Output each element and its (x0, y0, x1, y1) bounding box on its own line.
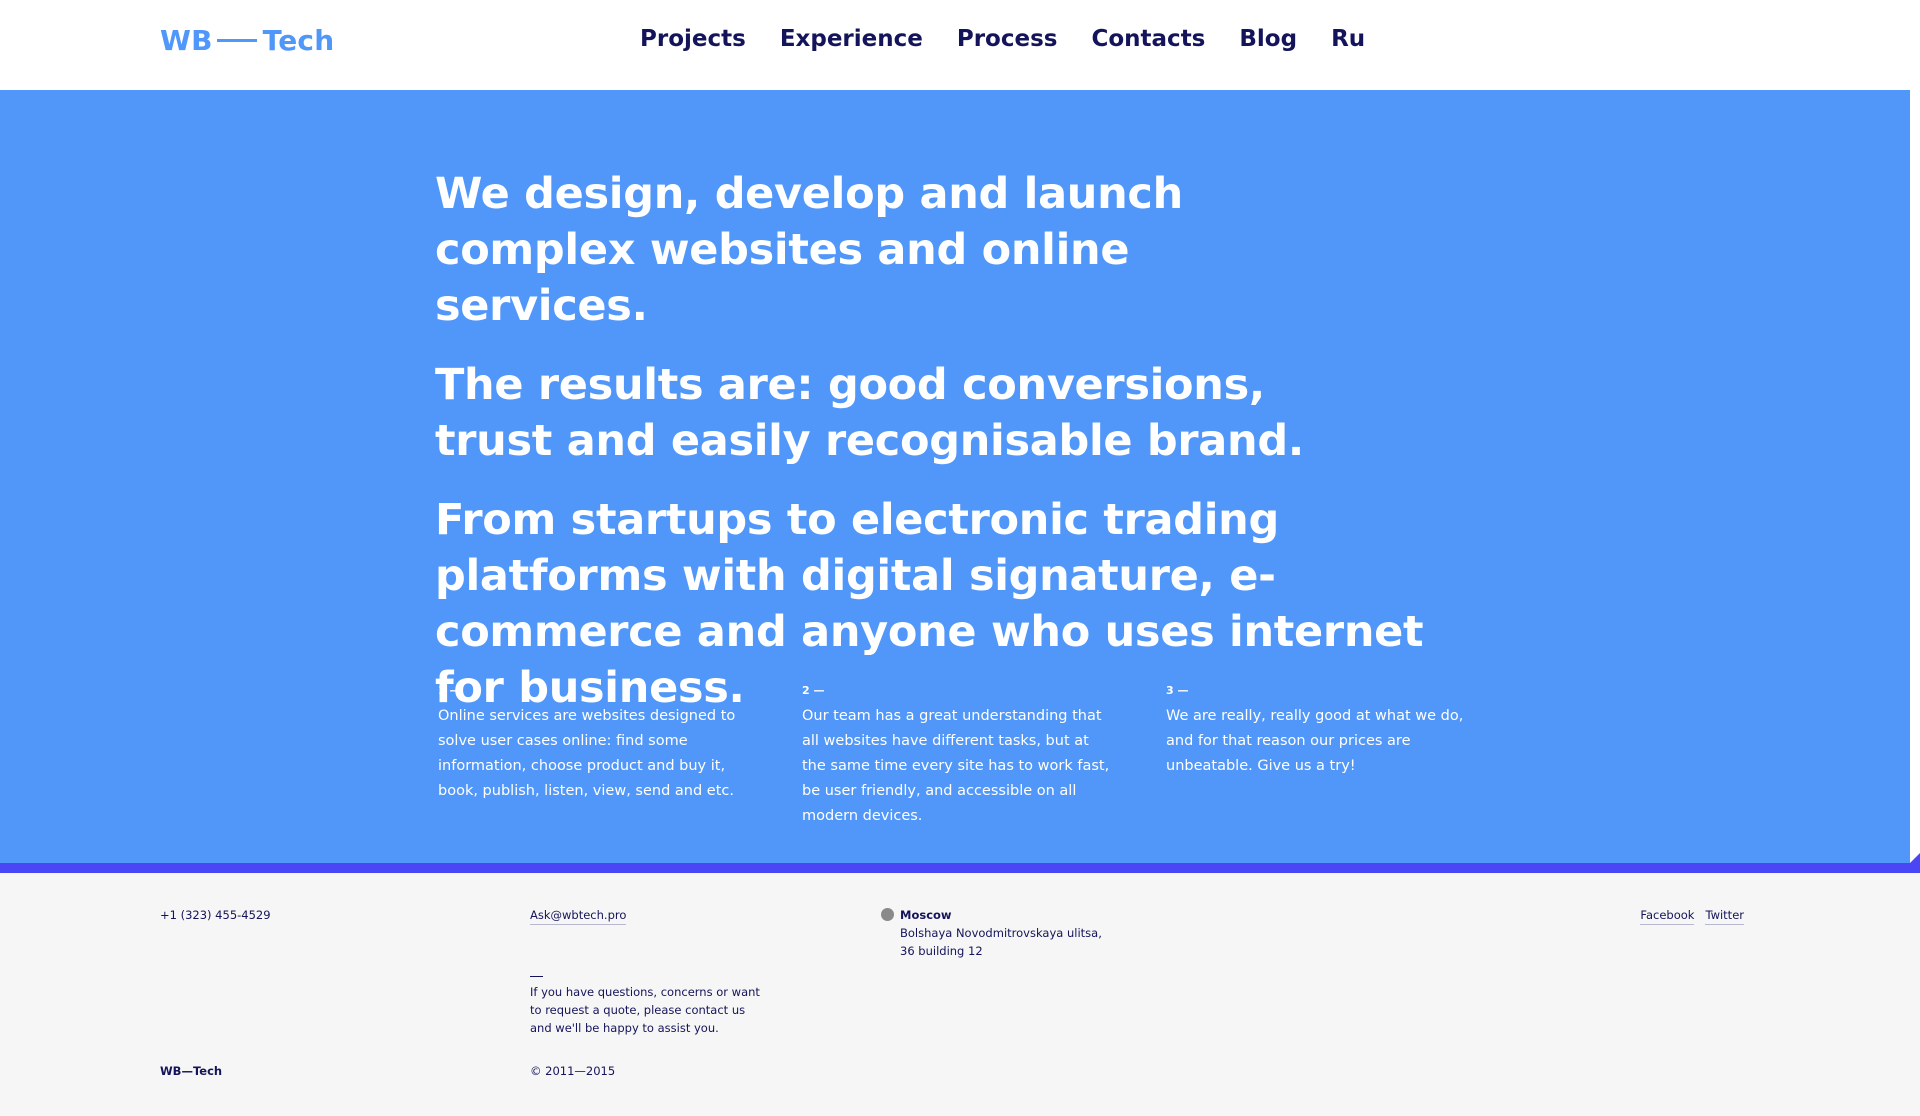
twitter-link[interactable]: Twitter (1705, 906, 1744, 925)
logo-right: Tech (262, 24, 335, 57)
footer-brand: WB—Tech (160, 1064, 223, 1078)
hero-paragraph-3: From startups to electronic trading plat… (435, 495, 1424, 713)
copyright: © 2011—2015 (530, 1064, 616, 1078)
location-dot-icon (881, 908, 894, 921)
email-link[interactable]: Ask@wbtech.pro (530, 906, 627, 925)
main-nav: Projects Experience Process Contacts Blo… (640, 26, 1365, 52)
feature-list: 1 — Online services are websites designe… (438, 684, 1476, 829)
nav-process[interactable]: Process (957, 26, 1058, 52)
hero-section: We design, develop and launch complex we… (0, 90, 1910, 863)
feature-item-3: 3 — We are really, really good at what w… (1166, 684, 1476, 829)
nav-blog[interactable]: Blog (1239, 26, 1297, 52)
note-rule (530, 976, 543, 977)
office-address: Bolshaya Novodmitrovskaya ulitsa, 36 bui… (900, 926, 1102, 958)
social-links: Facebook Twitter (1640, 906, 1744, 925)
contact-note: If you have questions, concerns or want … (530, 985, 760, 1035)
feature-number: 1 — (438, 684, 461, 697)
facebook-link[interactable]: Facebook (1640, 906, 1695, 925)
phone-number[interactable]: +1 (323) 455-4529 (160, 906, 271, 924)
feature-text: Online services are websites designed to… (438, 708, 736, 799)
accent-divider (0, 853, 1920, 873)
feature-number: 3 — (1166, 684, 1189, 697)
logo-left: WB (160, 24, 213, 57)
nav-projects[interactable]: Projects (640, 26, 746, 52)
site-header: WB Tech Projects Experience Process Conta… (0, 0, 1920, 90)
hero-paragraph-2: The results are: good conversions, trust… (435, 360, 1304, 466)
feature-item-1: 1 — Online services are websites designe… (438, 684, 748, 829)
site-logo[interactable]: WB Tech (160, 24, 334, 57)
nav-contacts[interactable]: Contacts (1091, 26, 1205, 52)
feature-number: 2 — (802, 684, 825, 697)
logo-dash (216, 38, 257, 42)
nav-language-ru[interactable]: Ru (1331, 26, 1365, 52)
office-city: Moscow (900, 908, 952, 922)
feature-item-2: 2 — Our team has a great understanding t… (802, 684, 1112, 829)
site-footer: +1 (323) 455-4529 Ask@wbtech.pro If you … (0, 873, 1920, 1116)
hero-text: We design, develop and launch complex we… (435, 166, 1515, 739)
feature-text: Our team has a great understanding that … (802, 708, 1110, 824)
nav-experience[interactable]: Experience (780, 26, 923, 52)
feature-text: We are really, really good at what we do… (1166, 708, 1464, 774)
hero-paragraph-1: We design, develop and launch complex we… (435, 169, 1183, 331)
